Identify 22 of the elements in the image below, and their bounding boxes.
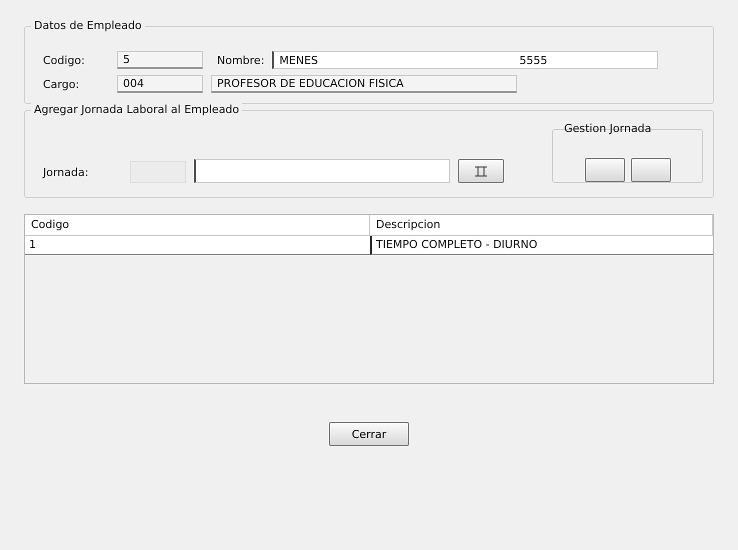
column-header[interactable]: Codigo [25,215,370,236]
group-title: Gestion Jornada [563,122,652,135]
code-field[interactable]: 5 [117,51,203,69]
field-label: Jornada: [42,166,90,179]
position-field[interactable]: PROFESOR DE EDUCACION FISICA [211,75,517,93]
field-label: Cargo: [42,78,80,90]
panel-title: Agregar Jornada Laboral al Empleado [31,103,242,116]
table-cell: 1 [25,236,370,255]
search-button[interactable] [458,159,504,183]
field-label: Codigo: [42,54,86,66]
panel-title: Datos de Empleado [31,19,145,32]
field-label: Nombre: [217,54,264,66]
table-cell: TIEMPO COMPLETO - DIURNO [370,236,713,255]
position-code-field[interactable]: 004 [117,75,203,93]
last-name: 5555 [519,54,548,66]
column-header[interactable]: Descripcion [370,215,713,236]
remove-button[interactable] [630,158,671,182]
add-button[interactable] [584,158,625,182]
first-name: MENES [279,54,318,66]
close-button[interactable]: Cerrar [329,422,409,446]
name-field[interactable]: MENES 5555 [272,51,658,69]
schedule-field[interactable] [194,159,450,183]
